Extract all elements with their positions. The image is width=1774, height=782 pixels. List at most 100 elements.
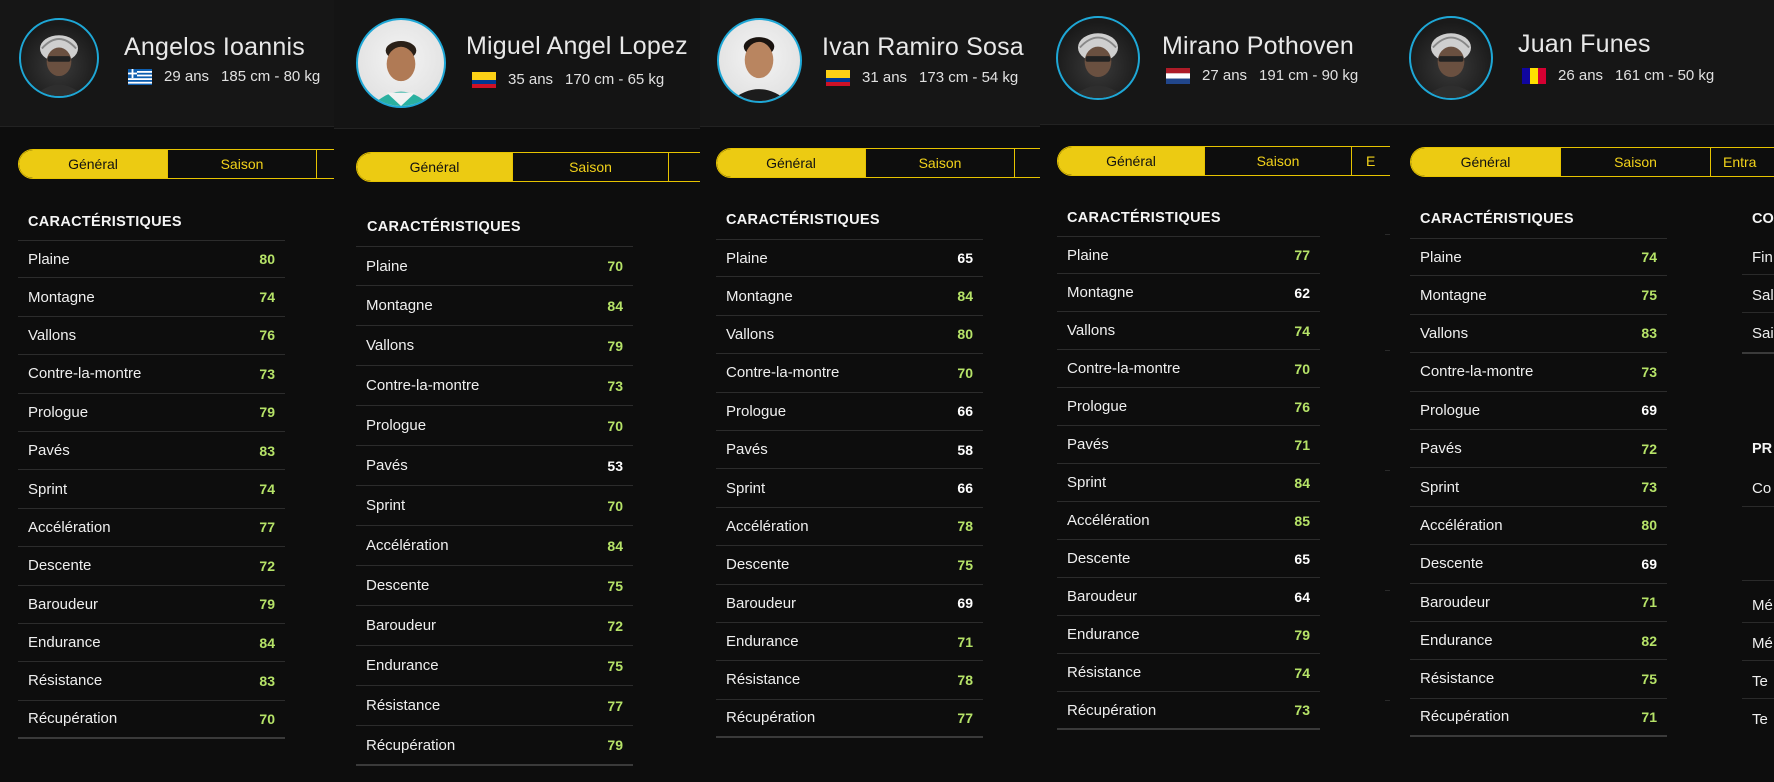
stat-row: Résistance 77 <box>356 686 633 726</box>
stat-value: 70 <box>1294 360 1310 377</box>
stat-row: Sprint 66 <box>716 469 983 508</box>
rider-age: 35 ans <box>508 71 554 88</box>
stat-label: Baroudeur <box>1420 593 1491 611</box>
stat-row: Prologue 66 <box>716 393 983 431</box>
stat-value: 84 <box>1294 474 1310 491</box>
rider-name: Miguel Angel Lopez <box>466 32 688 60</box>
stat-value: 78 <box>957 671 973 688</box>
stat-row: Accélération 77 <box>18 509 285 548</box>
stat-value: 80 <box>259 251 275 268</box>
stat-value: 83 <box>259 442 275 459</box>
stat-row: Descente 72 <box>18 547 285 586</box>
rider-panel-2: Miguel Angel Lopez 35 ans 170 cm - 65 kg… <box>334 0 700 782</box>
rider-panel-1: Angelos Ioannis 29 ans 185 cm - 80 kg Gé… <box>0 0 334 782</box>
stat-row: Récupération 71 <box>1410 699 1667 738</box>
rider-avatar <box>356 18 446 108</box>
stat-row: Vallons 79 <box>356 326 633 366</box>
stat-label: Prologue <box>726 402 787 420</box>
stat-value: 69 <box>957 595 973 612</box>
stat-label: Résistance <box>1067 664 1142 681</box>
stat-label: Récupération <box>1420 708 1510 726</box>
stat-label: Pavés <box>1067 436 1109 453</box>
stats-list: Plaine 77 Montagne 62 Vallons 74 Contre-la-mon… <box>1057 236 1320 730</box>
stat-row: Montagne 74 <box>18 278 285 317</box>
rider-size: 170 cm - 65 kg <box>565 71 665 88</box>
stat-value: 74 <box>1294 322 1310 339</box>
clipped-section-title: PR <box>1752 441 1773 457</box>
stat-value: 82 <box>1641 632 1657 649</box>
stat-value: 75 <box>607 657 623 674</box>
stat-label: Récupération <box>1067 701 1157 719</box>
rider-info: 27 ans 191 cm - 90 kg <box>1166 67 1358 84</box>
clipped-item: Mé <box>1752 635 1773 652</box>
tab-next[interactable] <box>1015 149 1040 177</box>
stat-label: Endurance <box>1420 632 1493 650</box>
stat-row: Contre-la-montre 70 <box>1057 350 1320 388</box>
stat-label: Contre-la-montre <box>726 364 840 382</box>
rider-size: 173 cm - 54 kg <box>919 69 1019 86</box>
rider-avatar <box>19 18 99 98</box>
tab-general[interactable]: Général <box>19 150 168 178</box>
tab-next[interactable] <box>669 153 700 181</box>
divider-tick <box>1742 506 1774 507</box>
tab-general[interactable]: Général <box>717 149 866 177</box>
stat-row: Récupération 73 <box>1057 692 1320 730</box>
tab-entrainement[interactable]: E <box>1352 147 1390 175</box>
rider-avatar <box>717 18 802 103</box>
stat-label: Pavés <box>28 442 70 460</box>
tab-saison[interactable]: Saison <box>513 153 669 181</box>
stat-label: Sprint <box>1067 474 1107 491</box>
stat-value: 84 <box>607 297 623 314</box>
stat-row: Récupération 77 <box>716 700 983 739</box>
stat-value: 70 <box>607 497 623 514</box>
stat-value: 64 <box>1294 588 1310 605</box>
tab-general[interactable]: Général <box>357 153 513 181</box>
stat-label: Plaine <box>28 250 70 268</box>
rider-tabs: Général Saison E <box>1057 146 1390 176</box>
stat-row: Résistance 83 <box>18 662 285 701</box>
stat-value: 77 <box>1294 247 1310 263</box>
stat-label: Descente <box>1420 555 1484 573</box>
helmet-avatar-icon <box>34 35 84 96</box>
stat-row: Descente 75 <box>716 546 983 585</box>
stat-label: Prologue <box>28 403 89 421</box>
tab-general[interactable]: Général <box>1411 148 1561 176</box>
stats-list: Plaine 74 Montagne 75 Vallons 83 Contre-la-mon… <box>1410 238 1667 738</box>
tab-general[interactable]: Général <box>1058 147 1205 175</box>
rider-size: 185 cm - 80 kg <box>221 68 321 85</box>
stat-row: Résistance 75 <box>1410 660 1667 699</box>
section-title: CARACTÉRISTIQUES <box>726 212 880 228</box>
stat-value: 77 <box>259 519 275 536</box>
stat-row: Plaine 74 <box>1410 238 1667 277</box>
stat-value: 76 <box>259 327 275 344</box>
stat-value: 53 <box>607 457 623 474</box>
tab-saison[interactable]: Saison <box>1205 147 1352 175</box>
stat-value: 74 <box>1294 664 1310 681</box>
tab-saison[interactable]: Saison <box>1561 148 1711 176</box>
stat-label: Accélération <box>726 517 809 535</box>
tab-saison[interactable]: Saison <box>168 150 317 178</box>
stat-value: 66 <box>957 403 973 420</box>
tab-entrainement[interactable]: Entra <box>1711 148 1774 176</box>
stat-label: Montagne <box>1420 286 1487 304</box>
stat-row: Plaine 80 <box>18 240 285 279</box>
stat-row: Résistance 74 <box>1057 654 1320 692</box>
stat-row: Contre-la-montre 73 <box>356 366 633 406</box>
helmet-avatar-icon <box>1071 33 1125 98</box>
rider-age: 26 ans <box>1558 67 1604 84</box>
stat-value: 78 <box>957 518 973 535</box>
tab-saison[interactable]: Saison <box>866 149 1015 177</box>
rider-name: Juan Funes <box>1518 30 1651 58</box>
colombia-flag-icon <box>472 71 496 88</box>
rider-name: Mirano Pothoven <box>1162 32 1355 60</box>
stat-row: Vallons 83 <box>1410 315 1667 354</box>
clipped-item: Te <box>1752 673 1768 690</box>
tab-next[interactable] <box>317 150 334 178</box>
andorra-flag-icon <box>1522 67 1546 84</box>
stat-label: Accélération <box>28 518 111 536</box>
stat-value: 74 <box>259 289 275 306</box>
stat-row: Contre-la-montre 70 <box>716 354 983 393</box>
stat-label: Sprint <box>366 497 406 514</box>
stat-row: Montagne 84 <box>716 277 983 316</box>
rider-size: 161 cm - 50 kg <box>1615 67 1715 84</box>
